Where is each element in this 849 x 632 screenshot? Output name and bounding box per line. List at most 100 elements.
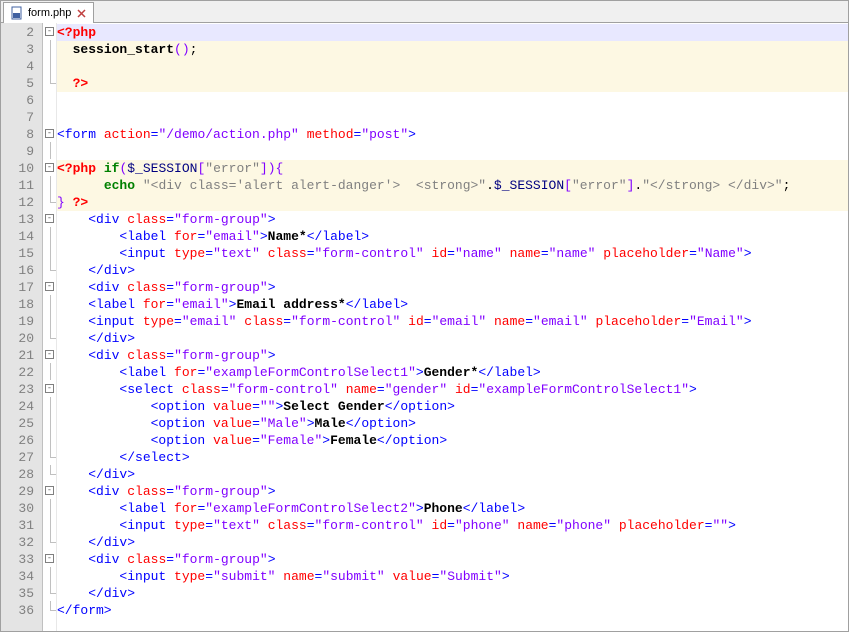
fold-cell[interactable]: - — [43, 159, 56, 176]
code-content[interactable]: <?php session_start(); ?> <form action="/… — [57, 23, 848, 631]
line-number: 21 — [1, 347, 42, 364]
fold-cell[interactable]: - — [43, 23, 56, 40]
code-line[interactable]: <div class="form-group"> — [57, 211, 848, 228]
code-line[interactable]: </div> — [57, 330, 848, 347]
line-number: 18 — [1, 296, 42, 313]
line-number: 24 — [1, 398, 42, 415]
fold-cell — [43, 261, 56, 278]
fold-cell — [43, 108, 56, 125]
code-line[interactable]: <input type="email" class="form-control"… — [57, 313, 848, 330]
line-number: 9 — [1, 143, 42, 160]
code-line[interactable]: echo "<div class='alert alert-danger'> <… — [57, 177, 848, 194]
code-line[interactable]: <option value="Female">Female</option> — [57, 432, 848, 449]
fold-cell[interactable]: - — [43, 550, 56, 567]
code-line[interactable]: } ?> — [57, 194, 848, 211]
code-line[interactable]: <option value="Male">Male</option> — [57, 415, 848, 432]
line-number: 11 — [1, 177, 42, 194]
code-line[interactable]: <label for="exampleFormControlSelect1">G… — [57, 364, 848, 381]
code-line[interactable]: </form> — [57, 602, 848, 619]
fold-cell — [43, 465, 56, 482]
fold-cell — [43, 567, 56, 584]
fold-cell — [43, 91, 56, 108]
line-number: 3 — [1, 41, 42, 58]
fold-cell[interactable]: - — [43, 346, 56, 363]
fold-toggle-icon[interactable]: - — [45, 163, 54, 172]
line-number: 16 — [1, 262, 42, 279]
fold-cell[interactable]: - — [43, 210, 56, 227]
code-line[interactable]: <div class="form-group"> — [57, 279, 848, 296]
fold-cell — [43, 397, 56, 414]
php-file-icon — [10, 6, 24, 20]
code-line[interactable]: </div> — [57, 466, 848, 483]
code-line[interactable]: <option value="">Select Gender</option> — [57, 398, 848, 415]
line-number: 6 — [1, 92, 42, 109]
fold-toggle-icon[interactable]: - — [45, 486, 54, 495]
code-line[interactable]: <label for="email">Name*</label> — [57, 228, 848, 245]
code-line[interactable]: <?php — [57, 24, 848, 41]
line-number: 33 — [1, 551, 42, 568]
code-line[interactable]: session_start(); — [57, 41, 848, 58]
tab-bar: form.php — [1, 1, 848, 23]
fold-toggle-icon[interactable]: - — [45, 129, 54, 138]
fold-cell — [43, 329, 56, 346]
line-number: 2 — [1, 24, 42, 41]
code-line[interactable]: <label for="email">Email address*</label… — [57, 296, 848, 313]
code-line[interactable]: <input type="text" class="form-control" … — [57, 245, 848, 262]
close-icon[interactable] — [75, 7, 87, 19]
fold-toggle-icon[interactable]: - — [45, 214, 54, 223]
fold-cell[interactable]: - — [43, 278, 56, 295]
code-line[interactable] — [57, 109, 848, 126]
fold-cell — [43, 74, 56, 91]
line-number-gutter: 2345678910111213141516171819202122232425… — [1, 23, 43, 631]
fold-cell — [43, 193, 56, 210]
code-line[interactable]: <select class="form-control" name="gende… — [57, 381, 848, 398]
fold-cell — [43, 533, 56, 550]
fold-toggle-icon[interactable]: - — [45, 282, 54, 291]
fold-column: - - - - - - - - - — [43, 23, 57, 631]
fold-toggle-icon[interactable]: - — [45, 554, 54, 563]
line-number: 36 — [1, 602, 42, 619]
fold-cell — [43, 363, 56, 380]
code-line[interactable] — [57, 92, 848, 109]
line-number: 15 — [1, 245, 42, 262]
fold-toggle-icon[interactable]: - — [45, 350, 54, 359]
code-line[interactable]: <div class="form-group"> — [57, 551, 848, 568]
file-tab[interactable]: form.php — [3, 2, 94, 23]
line-number: 19 — [1, 313, 42, 330]
line-number: 28 — [1, 466, 42, 483]
fold-toggle-icon[interactable]: - — [45, 27, 54, 36]
code-line[interactable]: </select> — [57, 449, 848, 466]
code-line[interactable]: <input type="text" class="form-control" … — [57, 517, 848, 534]
code-line[interactable]: </div> — [57, 585, 848, 602]
code-line[interactable]: </div> — [57, 262, 848, 279]
line-number: 17 — [1, 279, 42, 296]
line-number: 20 — [1, 330, 42, 347]
code-line[interactable]: <input type="submit" name="submit" value… — [57, 568, 848, 585]
fold-cell — [43, 516, 56, 533]
code-line[interactable] — [57, 58, 848, 75]
code-line[interactable]: <label for="exampleFormControlSelect2">P… — [57, 500, 848, 517]
code-line[interactable]: <div class="form-group"> — [57, 347, 848, 364]
code-line[interactable]: <div class="form-group"> — [57, 483, 848, 500]
fold-cell — [43, 244, 56, 261]
fold-cell[interactable]: - — [43, 125, 56, 142]
code-line[interactable]: ?> — [57, 75, 848, 92]
fold-toggle-icon[interactable]: - — [45, 384, 54, 393]
line-number: 13 — [1, 211, 42, 228]
code-line[interactable]: <form action="/demo/action.php" method="… — [57, 126, 848, 143]
line-number: 10 — [1, 160, 42, 177]
fold-cell — [43, 176, 56, 193]
line-number: 30 — [1, 500, 42, 517]
fold-cell[interactable]: - — [43, 380, 56, 397]
code-line[interactable]: </div> — [57, 534, 848, 551]
fold-cell[interactable]: - — [43, 482, 56, 499]
code-line[interactable] — [57, 143, 848, 160]
line-number: 31 — [1, 517, 42, 534]
fold-cell — [43, 40, 56, 57]
line-number: 12 — [1, 194, 42, 211]
code-line[interactable]: <?php if($_SESSION["error"]){ — [57, 160, 848, 177]
fold-cell — [43, 414, 56, 431]
fold-cell — [43, 312, 56, 329]
code-area[interactable]: 2345678910111213141516171819202122232425… — [1, 23, 848, 631]
fold-cell — [43, 295, 56, 312]
